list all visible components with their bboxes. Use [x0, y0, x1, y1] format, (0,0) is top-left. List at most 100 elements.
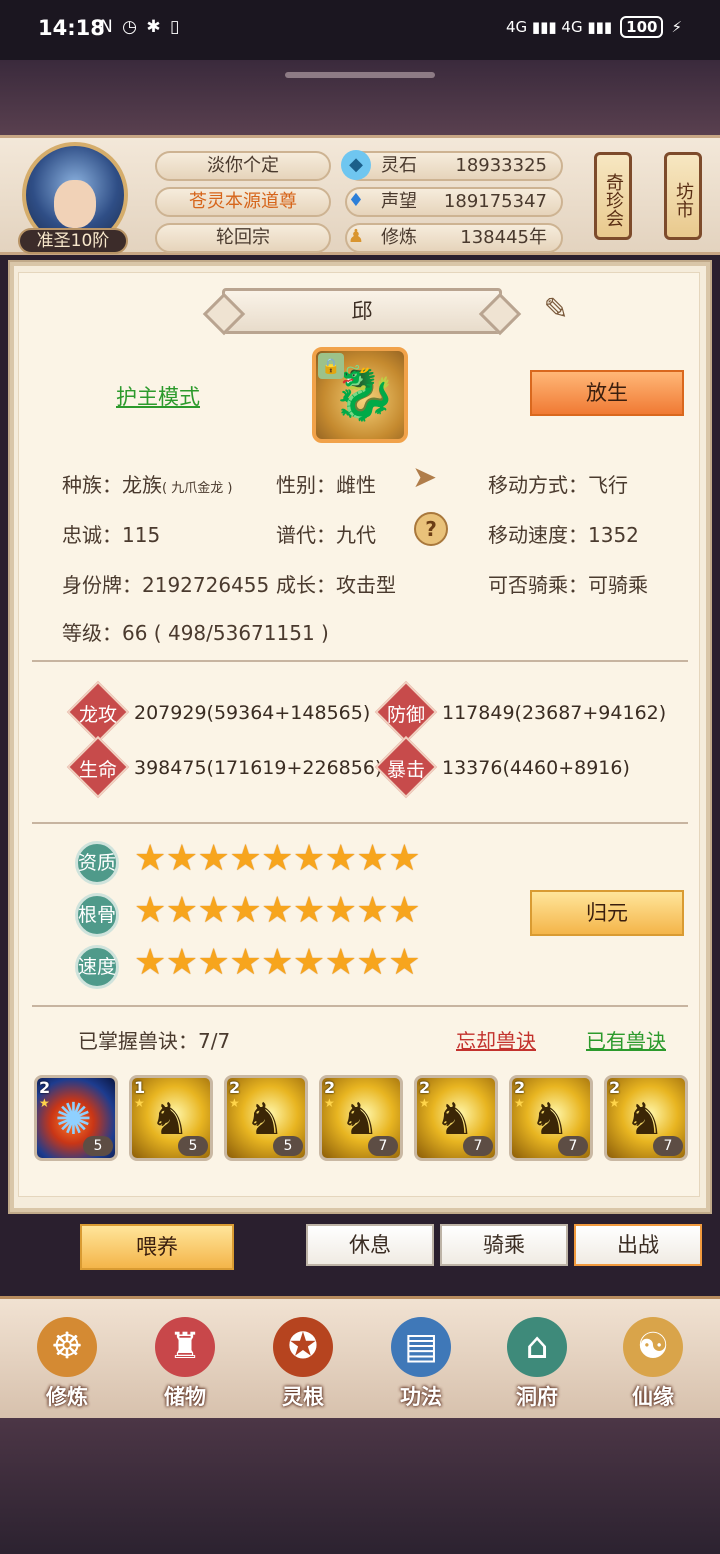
- rest-button[interactable]: 休息: [306, 1224, 434, 1266]
- pet-name-banner: 邱: [222, 288, 502, 334]
- star-icon: ★: [609, 1096, 620, 1110]
- skill-slot[interactable]: ♞ 2 ★ 7: [509, 1075, 593, 1161]
- stat-value-defense: 117849(23687+94162): [442, 702, 667, 724]
- resource-cultivation: ♟ 修炼 138445年: [345, 223, 563, 253]
- skill-slot[interactable]: ✺ 2 ★ 5: [34, 1075, 118, 1161]
- star-icon: ★: [39, 1096, 50, 1110]
- skill-slot[interactable]: ♞ 2 ★ 7: [319, 1075, 403, 1161]
- skill-level: 2: [229, 1078, 241, 1097]
- skill-count: 7: [558, 1136, 588, 1156]
- nav-label: 功法: [400, 1385, 442, 1409]
- level-info: 等级：66 ( 498/53671151 ): [62, 621, 329, 645]
- pet-portrait[interactable]: 🐉 🔒: [312, 347, 408, 443]
- signal-icon: 4G ▮▮▮ 4G ▮▮▮: [505, 18, 613, 36]
- speed-stars: ★★★★★★★★★: [134, 942, 420, 983]
- clock: 14:18: [38, 16, 105, 40]
- title-plate-2: 苍灵本源道尊: [155, 187, 331, 217]
- nav-label: 储物: [164, 1385, 206, 1409]
- stat-value-hp: 398475(171619+226856): [134, 757, 383, 779]
- nav-item-mansion[interactable]: ⌂ 洞府: [482, 1317, 592, 1413]
- mansion-icon: ⌂: [507, 1317, 567, 1377]
- skill-level: 2: [514, 1078, 526, 1097]
- prestige-icon: ♦: [347, 190, 365, 211]
- skill-level: 2: [39, 1078, 51, 1097]
- resource-value: 18933325: [455, 155, 547, 176]
- ride-button[interactable]: 骑乘: [440, 1224, 568, 1266]
- nav-item-cultivate[interactable]: ☸ 修炼: [12, 1317, 122, 1413]
- battle-button[interactable]: 出战: [574, 1224, 702, 1266]
- star-icon: ★: [229, 1096, 240, 1110]
- skill-count: 7: [463, 1136, 493, 1156]
- skill-slot[interactable]: ♞ 2 ★ 7: [414, 1075, 498, 1161]
- skill-count: 5: [178, 1136, 208, 1156]
- pet-name: 邱: [351, 299, 373, 323]
- help-icon[interactable]: ?: [414, 512, 448, 546]
- skill-level: 2: [609, 1078, 621, 1097]
- growth-info: 成长：攻击型: [276, 573, 396, 597]
- meditate-icon: ☸: [37, 1317, 97, 1377]
- skill-slot[interactable]: ♞ 2 ★ 7: [604, 1075, 688, 1161]
- guard-mode-link[interactable]: 护主模式: [116, 381, 200, 411]
- lock-icon[interactable]: 🔒: [318, 353, 344, 379]
- nav-item-fate[interactable]: ☯ 仙缘: [598, 1317, 708, 1413]
- nav-label: 修炼: [46, 1385, 88, 1409]
- stat-value-attack: 207929(59364+148565): [134, 702, 371, 724]
- status-right: 4G ▮▮▮ 4G ▮▮▮ 100 ⚡: [506, 16, 682, 38]
- resource-label: 灵石: [381, 155, 417, 176]
- skill-level: 2: [419, 1078, 431, 1097]
- feed-button[interactable]: 喂养: [80, 1224, 234, 1270]
- resource-spirit-stone: ◆ 灵石 18933325: [341, 150, 563, 181]
- skill-slot[interactable]: ♞ 2 ★ 5: [224, 1075, 308, 1161]
- move-mode-info: 移动方式：飞行: [488, 473, 628, 497]
- bottom-backdrop: [0, 1418, 720, 1554]
- rank-label: 准圣10阶: [18, 228, 128, 254]
- gender-info: 性别：雌性: [276, 473, 376, 497]
- stat-value-crit: 13376(4460+8916): [442, 757, 630, 779]
- release-button[interactable]: 放生: [530, 370, 684, 416]
- owned-skills-link[interactable]: 已有兽诀: [586, 1025, 666, 1054]
- aptitude-stars: ★★★★★★★★★: [134, 838, 420, 879]
- nav-label: 仙缘: [632, 1385, 674, 1409]
- divider: [32, 1005, 688, 1007]
- cultivation-icon: ♟: [347, 226, 365, 247]
- drag-handle[interactable]: [285, 72, 435, 78]
- restore-button[interactable]: 归元: [530, 890, 684, 936]
- arrow-right-icon[interactable]: ➤: [412, 460, 437, 495]
- resource-value: 189175347: [443, 191, 547, 212]
- market-button[interactable]: 坊市: [664, 152, 702, 240]
- divider: [32, 822, 688, 824]
- treasure-fair-button[interactable]: 奇珍会: [594, 152, 632, 240]
- resource-label: 修炼: [381, 227, 417, 248]
- spirit-stone-icon: ◆: [341, 150, 371, 180]
- forget-skill-link[interactable]: 忘却兽诀: [456, 1025, 536, 1054]
- star-icon: ★: [514, 1096, 525, 1110]
- battery-icon: 100: [620, 16, 664, 38]
- speed-badge: 速度: [75, 945, 119, 989]
- move-speed-info: 移动速度：1352: [488, 523, 639, 547]
- skill-count: 5: [83, 1136, 113, 1156]
- skill-count: 5: [273, 1136, 303, 1156]
- nav-item-spirit-root[interactable]: ✪ 灵根: [248, 1317, 358, 1413]
- nav-label: 灵根: [282, 1385, 324, 1409]
- bag-icon: ♜: [155, 1317, 215, 1377]
- resource-label: 声望: [381, 191, 417, 212]
- status-bar: 14:18 N ◷ ✱ ▯ 4G ▮▮▮ 4G ▮▮▮ 100 ⚡: [0, 0, 720, 60]
- system-icons: N ◷ ✱ ▯: [100, 17, 182, 37]
- player-header: 准圣10阶 淡你个定 苍灵本源道尊 轮回宗 ◆ 灵石 18933325 ♦ 声望…: [0, 135, 720, 255]
- nav-label: 洞府: [516, 1385, 558, 1409]
- star-icon: ★: [324, 1096, 335, 1110]
- race-info: 种族：龙族( 九爪金龙 ): [62, 473, 233, 497]
- skill-count: 7: [653, 1136, 683, 1156]
- skill-level: 2: [324, 1078, 336, 1097]
- skill-slot[interactable]: ♞ 1 ★ 5: [129, 1075, 213, 1161]
- nav-item-storage[interactable]: ♜ 储物: [130, 1317, 240, 1413]
- rideable-info: 可否骑乘：可骑乘: [488, 573, 648, 597]
- divider: [32, 660, 688, 662]
- nav-item-technique[interactable]: ▤ 功法: [366, 1317, 476, 1413]
- star-icon: ★: [134, 1096, 145, 1110]
- bone-badge: 根骨: [75, 893, 119, 937]
- book-icon: ▤: [391, 1317, 451, 1377]
- book-quill-icon[interactable]: ✎: [532, 292, 580, 330]
- resource-value: 138445年: [460, 227, 547, 248]
- star-icon: ★: [419, 1096, 430, 1110]
